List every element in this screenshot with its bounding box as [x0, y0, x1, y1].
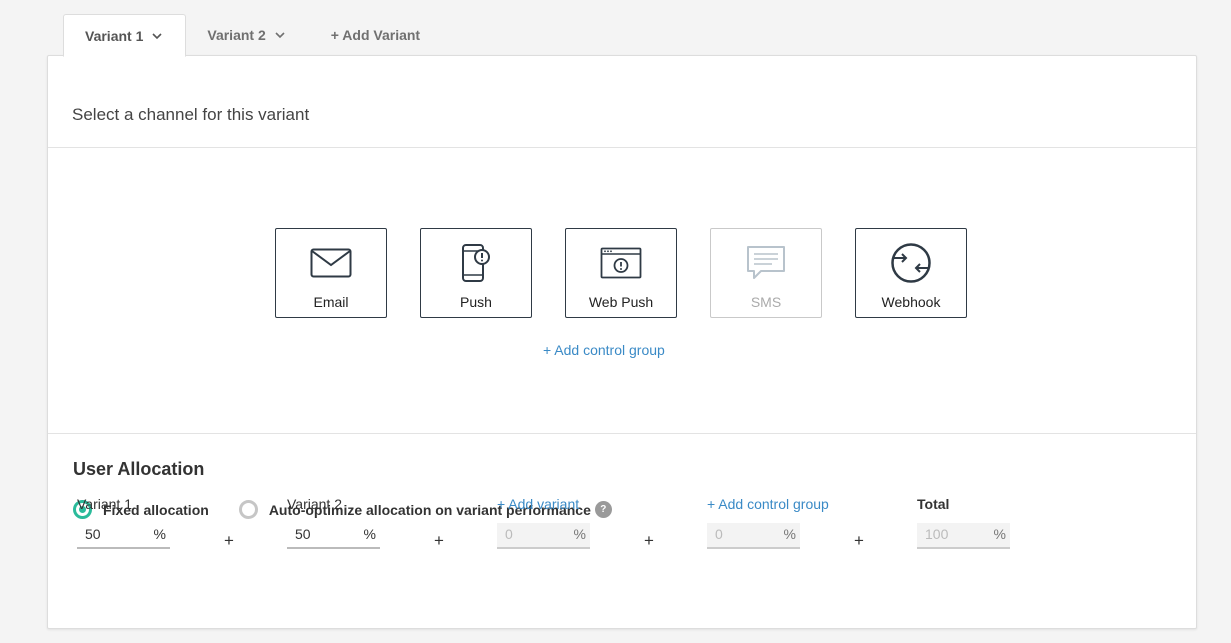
mobile-phone-icon — [462, 244, 490, 282]
variant-1-percent-input[interactable]: 50 % — [77, 523, 170, 549]
plus-sign: + — [644, 531, 654, 550]
tab-label: Variant 1 — [85, 28, 144, 44]
add-control-group-link[interactable]: + Add control group — [707, 496, 847, 516]
channel-selector: Email Push Web Push SMS Webhook + Add co… — [48, 148, 1196, 434]
new-variant-percent-input: 0 % — [497, 523, 590, 549]
tab-label: Variant 2 — [207, 27, 266, 43]
percent-unit: % — [993, 526, 1006, 542]
arrows-exchange-icon — [891, 243, 931, 283]
control-group-allocation: + Add control group 0 % — [707, 496, 847, 549]
variant-tabs: Variant 1 Variant 2 + Add Variant — [63, 14, 441, 57]
channel-webhook[interactable]: Webhook — [855, 228, 967, 318]
channel-email[interactable]: Email — [275, 228, 387, 318]
field-value: 0 — [505, 526, 513, 542]
envelope-icon — [310, 248, 352, 278]
tab-label: + Add Variant — [330, 27, 421, 43]
field-label: Total — [917, 496, 950, 512]
tab-variant-2[interactable]: Variant 2 — [186, 14, 307, 56]
channel-list: Email Push Web Push SMS Webhook — [275, 228, 967, 318]
channel-label: Web Push — [588, 294, 654, 310]
section-title: User Allocation — [73, 459, 205, 479]
percent-unit: % — [783, 526, 796, 542]
browser-window-icon — [600, 247, 642, 279]
panel-header: Select a channel for this variant — [48, 56, 1196, 148]
variant-1-allocation: Variant 1 50 % — [77, 496, 170, 549]
field-value: 100 — [925, 526, 949, 542]
channel-sms: SMS — [710, 228, 822, 318]
add-variant-tab[interactable]: + Add Variant — [308, 14, 441, 56]
field-value: 50 — [85, 526, 101, 542]
channel-web-push[interactable]: Web Push — [565, 228, 677, 318]
control-group-percent-input: 0 % — [707, 523, 800, 549]
add-variant-link[interactable]: + Add variant — [497, 496, 590, 516]
chevron-down-icon — [152, 33, 162, 40]
field-label: Variant 2 — [287, 496, 342, 512]
variant-2-allocation: Variant 2 50 % — [287, 496, 380, 549]
field-value: 50 — [295, 526, 311, 542]
channel-push[interactable]: Push — [420, 228, 532, 318]
plus-sign: + — [224, 531, 234, 550]
channel-label: Webhook — [881, 294, 941, 310]
channel-label: Push — [460, 294, 492, 310]
percent-unit: % — [153, 526, 166, 542]
percent-unit: % — [363, 526, 376, 542]
total-allocation: Total 100 % — [917, 496, 1010, 549]
variant-2-percent-input[interactable]: 50 % — [287, 523, 380, 549]
percent-unit: % — [573, 526, 586, 542]
plus-sign: + — [434, 531, 444, 550]
total-percent-display: 100 % — [917, 523, 1010, 549]
tab-variant-1[interactable]: Variant 1 — [63, 14, 187, 57]
field-label: Variant 1 — [77, 496, 132, 512]
add-variant-allocation: + Add variant 0 % — [497, 496, 590, 549]
chat-bubble-icon — [747, 246, 785, 279]
add-control-group-link[interactable]: + Add control group — [543, 342, 665, 358]
chevron-down-icon — [275, 32, 285, 39]
panel-title: Select a channel for this variant — [72, 105, 310, 124]
allocation-fields: Variant 1 50 % + Variant 2 50 % + + Add … — [30, 496, 1130, 556]
plus-sign: + — [854, 531, 864, 550]
channel-label: Email — [313, 294, 349, 310]
channel-label: SMS — [750, 294, 782, 310]
field-value: 0 — [715, 526, 723, 542]
